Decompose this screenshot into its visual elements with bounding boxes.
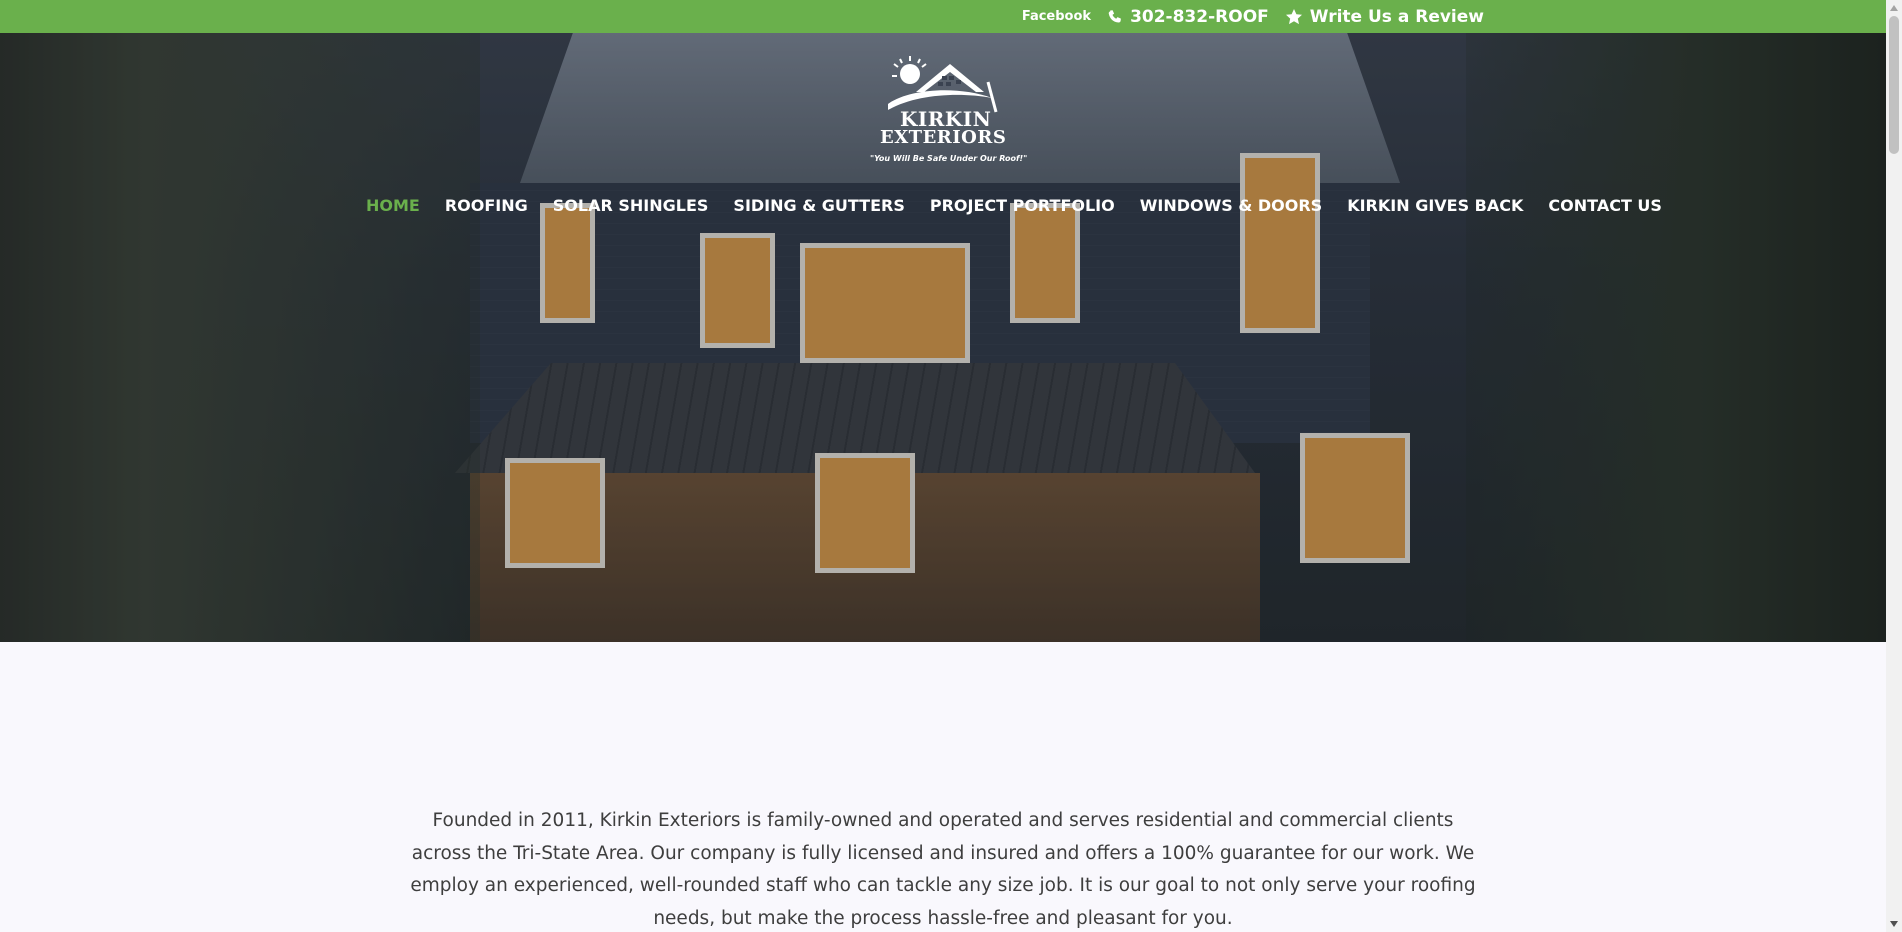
nav-solar-shingles[interactable]: SOLAR SHINGLES xyxy=(553,196,709,215)
nav-windows-doors[interactable]: WINDOWS & DOORS xyxy=(1140,196,1322,215)
logo-text-exteriors: EXTERIORS xyxy=(880,127,1007,148)
nav-project-portfolio[interactable]: PROJECT PORTFOLIO xyxy=(930,196,1115,215)
intro-paragraph: Founded in 2011, Kirkin Exteriors is fam… xyxy=(410,810,1476,929)
facebook-link[interactable]: Facebook xyxy=(1022,9,1091,24)
nav-siding-gutters[interactable]: SIDING & GUTTERS xyxy=(733,196,904,215)
scroll-down-arrow-icon[interactable] xyxy=(1886,916,1902,932)
phone-link[interactable]: 302-832-ROOF xyxy=(1107,7,1269,27)
logo[interactable]: KIRKIN EXTERIORS "You Will Be Safe Under… xyxy=(868,52,1027,170)
review-label: Write Us a Review xyxy=(1309,6,1484,27)
top-bar: Facebook 302-832-ROOF Write Us a Review xyxy=(0,0,1886,33)
scroll-up-arrow-icon[interactable] xyxy=(1886,0,1902,16)
logo-tagline: "You Will Be Safe Under Our Roof!" xyxy=(870,154,1028,163)
nav-kirkin-gives-back[interactable]: KIRKIN GIVES BACK xyxy=(1347,196,1523,215)
review-link[interactable]: Write Us a Review xyxy=(1285,7,1484,27)
phone-number: 302-832-ROOF xyxy=(1130,6,1269,27)
page-scrollbar[interactable] xyxy=(1886,0,1902,932)
nav-roofing[interactable]: ROOFING xyxy=(445,196,528,215)
star-icon xyxy=(1285,8,1303,26)
logo-house-icon xyxy=(888,56,998,113)
phone-icon xyxy=(1107,9,1123,25)
main-nav: HOME ROOFING SOLAR SHINGLES SIDING & GUT… xyxy=(366,196,1662,215)
scrollbar-thumb[interactable] xyxy=(1889,16,1899,154)
nav-contact-us[interactable]: CONTACT US xyxy=(1548,196,1662,215)
nav-home[interactable]: HOME xyxy=(366,196,420,215)
